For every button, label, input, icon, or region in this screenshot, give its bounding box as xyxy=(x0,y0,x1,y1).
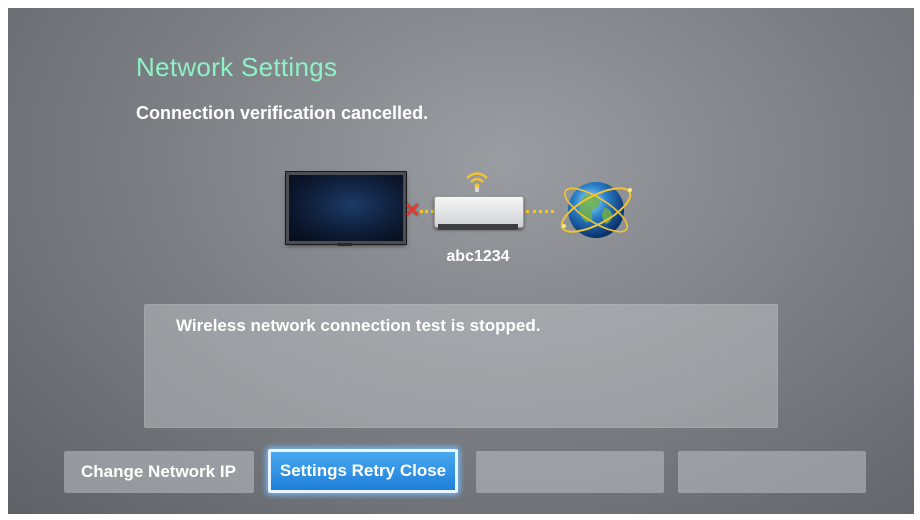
network-settings-screen: Network Settings Connection verification… xyxy=(8,8,914,514)
message-text: Wireless network connection test is stop… xyxy=(176,316,541,335)
message-panel: Wireless network connection test is stop… xyxy=(144,304,778,428)
settings-retry-close-button[interactable]: Settings Retry Close xyxy=(268,449,458,493)
wifi-signal-icon xyxy=(466,172,488,192)
link-tv-router xyxy=(420,210,434,216)
globe-icon xyxy=(560,182,632,238)
empty-button-1[interactable] xyxy=(476,451,664,493)
page-title: Network Settings xyxy=(136,52,338,82)
ssid-label: abc1234 xyxy=(446,248,510,265)
change-network-ip-label: Change Network IP xyxy=(81,462,236,481)
tv-stand xyxy=(338,243,352,246)
error-x-icon: ✕ xyxy=(404,200,421,222)
tv-icon xyxy=(286,172,406,244)
link-router-internet xyxy=(526,210,554,216)
status-message: Connection verification cancelled. xyxy=(136,103,429,123)
network-diagram: ✕ abc1234 xyxy=(278,158,648,278)
settings-retry-close-label: Settings Retry Close xyxy=(279,461,447,480)
router-base xyxy=(438,224,518,230)
empty-button-2[interactable] xyxy=(678,451,866,493)
change-network-ip-button[interactable]: Change Network IP xyxy=(64,451,254,493)
